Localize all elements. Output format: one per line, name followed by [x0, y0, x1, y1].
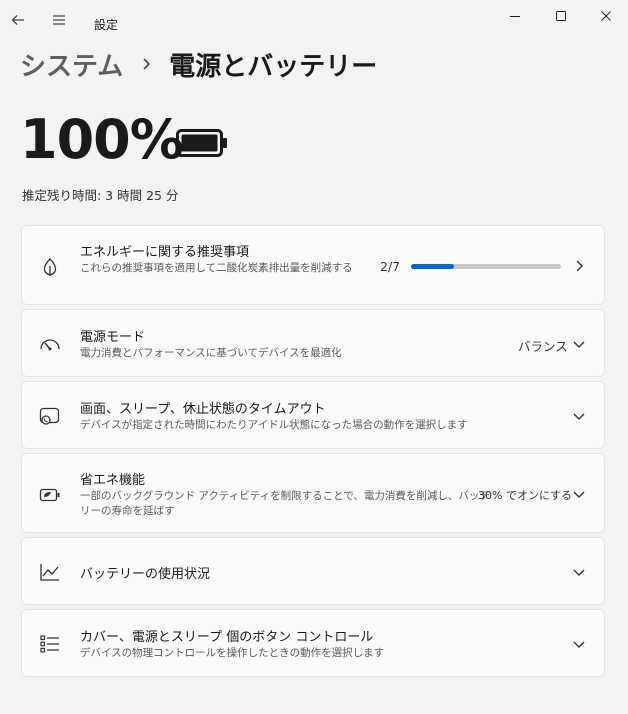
recommendations-progress-text: 2/7 [380, 259, 401, 274]
speedometer-icon [38, 332, 62, 356]
chevron-down-icon[interactable] [570, 335, 588, 353]
energy-saver-value[interactable]: 30% でオンにする [478, 487, 572, 503]
power-mode-card[interactable]: 電源モード 電力消費とパフォーマンスに基づいてデバイスを最適化 バランス [21, 309, 605, 377]
recommendations-progress-fill [411, 264, 454, 269]
energy-recommendations-card[interactable]: エネルギーに関する推奨事項 これらの推奨事項を適用して二酸化炭素排出量を削減する… [21, 225, 605, 305]
chevron-down-icon[interactable] [570, 563, 588, 581]
chevron-down-icon[interactable] [570, 635, 588, 653]
energy-saver-subtitle: 一部のバックグラウンド アクティビティを制限することで、電力消費を削減し、バッテ… [80, 490, 490, 517]
energy-saver-card[interactable]: 省エネ機能 一部のバックグラウンド アクティビティを制限することで、電力消費を削… [21, 453, 605, 533]
screen-sleep-icon [38, 404, 62, 428]
breadcrumb-chevron-icon [123, 57, 169, 71]
battery-icon [176, 128, 228, 162]
chevron-right-icon[interactable] [570, 257, 588, 275]
power-mode-subtitle: 電力消費とパフォーマンスに基づいてデバイスを最適化 [80, 347, 342, 359]
screen-sleep-timeout-card[interactable]: 画面、スリープ、休止状態のタイムアウト デバイスが指定された時間にわたりアイドル… [21, 381, 605, 449]
chevron-down-icon[interactable] [570, 407, 588, 425]
energy-saver-title: 省エネ機能 [80, 473, 146, 488]
maximize-button[interactable] [539, 4, 583, 28]
battery-usage-title: バッテリーの使用状況 [80, 567, 211, 582]
app-title: 設定 [94, 18, 119, 32]
lid-buttons-subtitle: デバイスの物理コントロールを操作したときの動作を選択します [80, 647, 385, 659]
leaf-icon [38, 255, 62, 279]
chart-icon [38, 560, 62, 584]
power-mode-value[interactable]: バランス [518, 336, 568, 355]
breadcrumb-parent[interactable]: システム [20, 46, 123, 83]
recommendations-progress-bar [411, 264, 561, 269]
remaining-time: 推定残り時間: 3 時間 25 分 [22, 188, 179, 203]
breadcrumb: システム 電源とバッテリー [20, 44, 377, 84]
title-bar: 設定 [0, 0, 628, 44]
back-arrow-icon[interactable] [6, 8, 30, 32]
screen-sleep-subtitle: デバイスが指定された時間にわたりアイドル状態になった場合の動作を選択します [80, 419, 468, 431]
energy-recommendations-subtitle: これらの推奨事項を適用して二酸化炭素排出量を削減する [80, 262, 353, 274]
lid-power-buttons-card[interactable]: カバー、電源とスリープ 個のボタン コントロール デバイスの物理コントロールを操… [21, 609, 605, 677]
chevron-down-icon[interactable] [570, 485, 588, 503]
close-button[interactable] [584, 4, 628, 28]
power-mode-title: 電源モード [80, 330, 146, 345]
minimize-button[interactable] [493, 4, 537, 28]
screen-sleep-title: 画面、スリープ、休止状態のタイムアウト [80, 402, 326, 417]
page-title: 電源とバッテリー [169, 51, 378, 82]
hamburger-menu-icon[interactable] [47, 8, 71, 32]
battery-saver-icon [38, 483, 62, 507]
lid-buttons-title: カバー、電源とスリープ 個のボタン コントロール [80, 630, 374, 645]
battery-percent: 100% [20, 108, 184, 171]
energy-recommendations-title: エネルギーに関する推奨事項 [80, 245, 250, 260]
list-settings-icon [38, 632, 62, 656]
battery-usage-card[interactable]: バッテリーの使用状況 [21, 537, 605, 605]
